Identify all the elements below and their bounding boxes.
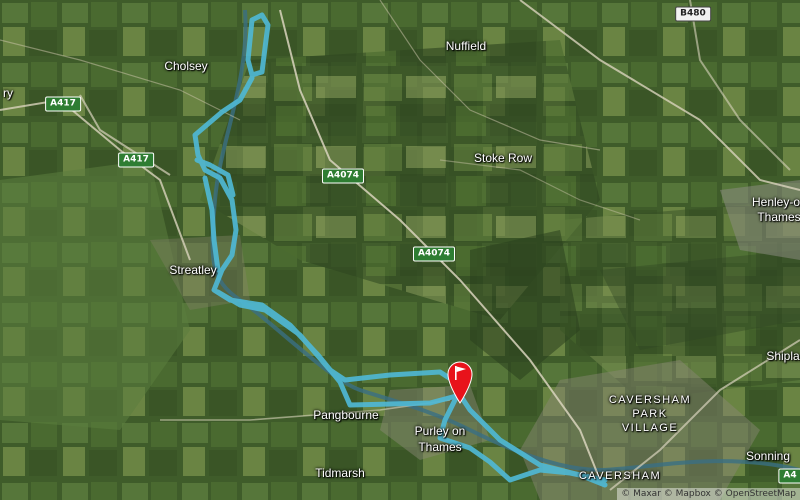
- place-label-caversham-park-line1: CAVERSHAM: [608, 394, 692, 406]
- place-label-henley-line2: Thames: [757, 210, 800, 224]
- place-label-sonning: Sonning: [745, 449, 791, 463]
- satellite-imagery: [0, 0, 800, 500]
- road-shield-a417-mid: A417: [118, 152, 154, 168]
- place-label-cholsey: Cholsey: [164, 59, 208, 73]
- place-label-tidmarsh: Tidmarsh: [315, 466, 365, 480]
- place-label-caversham-park-line2: PARK: [632, 408, 668, 420]
- road-shield-b480: B480: [675, 6, 711, 22]
- place-label-caversham: CAVERSHAM: [578, 470, 662, 482]
- place-label-caversham-park-line3: VILLAGE: [621, 422, 679, 434]
- flag-marker-icon[interactable]: [447, 360, 473, 404]
- road-shield-a4074-north: A4074: [321, 168, 365, 184]
- place-label-streatley: Streatley: [169, 263, 217, 277]
- place-label-purley-line2: Thames: [418, 440, 462, 454]
- place-label-stoke-row: Stoke Row: [473, 151, 533, 165]
- map-view[interactable]: Cholsey Nuffield Stoke Row Henley-o Tham…: [0, 0, 800, 500]
- place-label-purley-line1: Purley on: [414, 424, 466, 438]
- map-attribution[interactable]: © Maxar © Mapbox © OpenStreetMap: [617, 488, 800, 500]
- road-shield-a417-west: A417: [45, 96, 81, 112]
- place-label-henley-line1: Henley-o: [751, 195, 800, 209]
- place-label-nuffield: Nuffield: [445, 39, 487, 53]
- place-label-edge-left: ry: [3, 86, 13, 100]
- place-label-shiplake: Shipla: [766, 349, 800, 363]
- road-shield-a4-east: A4: [778, 468, 800, 484]
- road-shield-a4074-south: A4074: [412, 246, 456, 262]
- place-label-pangbourne: Pangbourne: [313, 408, 379, 422]
